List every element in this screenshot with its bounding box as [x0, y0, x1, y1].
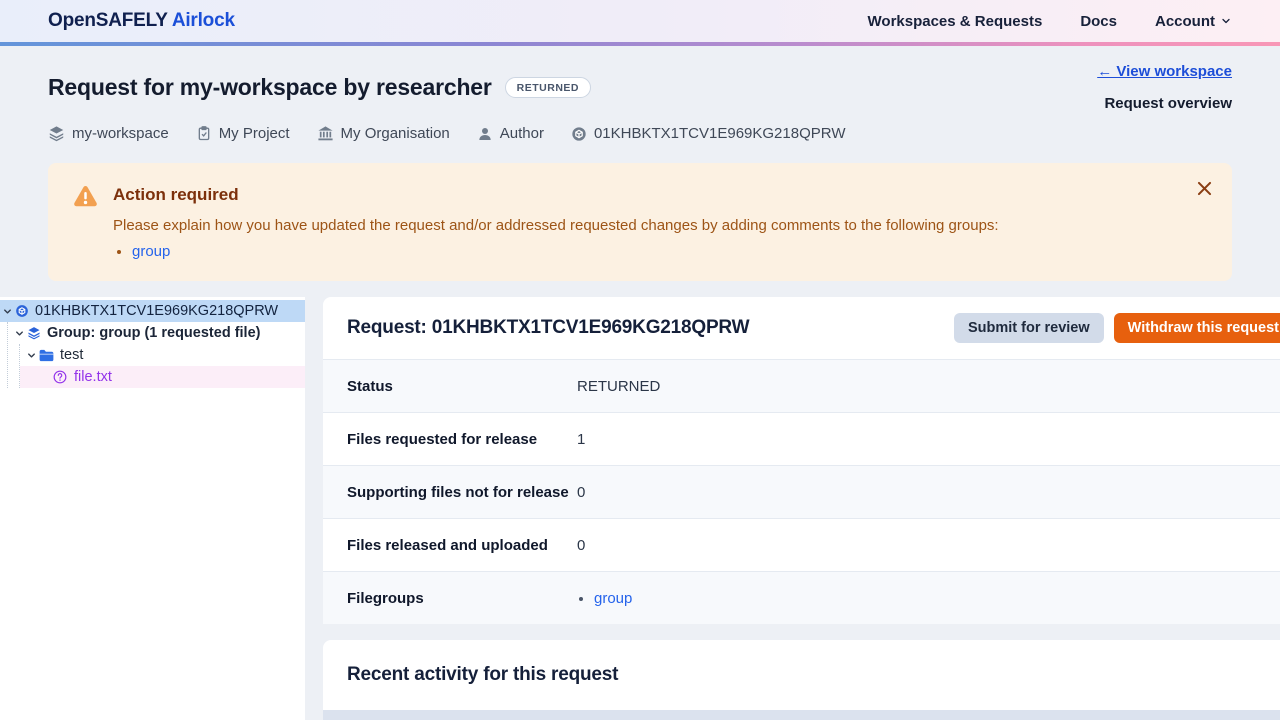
- chevron-down-icon: [26, 350, 37, 361]
- bank-icon: [317, 125, 334, 142]
- page-header: Request for my-workspace by researcher R…: [0, 46, 1280, 142]
- nav-docs[interactable]: Docs: [1080, 13, 1117, 30]
- alert-title: Action required: [113, 185, 999, 205]
- detail-row-status: Status RETURNED: [323, 359, 1280, 412]
- action-required-alert: Action required Please explain how you h…: [48, 163, 1232, 281]
- alert-message: Please explain how you have updated the …: [113, 215, 999, 236]
- tree-item-file-txt[interactable]: file.txt: [20, 366, 305, 388]
- request-overview-label: Request overview: [1104, 95, 1232, 112]
- clipboard-icon: [196, 125, 212, 142]
- detail-value: 1: [577, 431, 585, 448]
- file-tree-sidebar: 01KHBKTX1TCV1E969KG218QPRW Group: group …: [0, 297, 305, 720]
- nav-workspaces-requests[interactable]: Workspaces & Requests: [868, 13, 1043, 30]
- alert-group-list: group: [132, 243, 999, 260]
- tree-item-label: 01KHBKTX1TCV1E969KG218QPRW: [35, 303, 278, 319]
- tree-indent-guide: [19, 344, 20, 388]
- main-panel: Request: 01KHBKTX1TCV1E969KG218QPRW Subm…: [323, 297, 1280, 720]
- detail-label: Filegroups: [347, 590, 577, 607]
- chevron-down-icon: [14, 328, 25, 339]
- chevron-down-icon: [1220, 15, 1232, 27]
- meta-request-id-label: 01KHBKTX1TCV1E969KG218QPRW: [594, 125, 846, 142]
- status-badge: RETURNED: [505, 77, 591, 98]
- detail-value: RETURNED: [577, 378, 660, 395]
- meta-author: Author: [477, 125, 544, 142]
- nav-account-label: Account: [1155, 13, 1215, 30]
- meta-workspace: my-workspace: [48, 125, 169, 142]
- tree-indent-guide: [7, 322, 8, 388]
- filegroup-link[interactable]: group: [594, 590, 632, 607]
- request-meta-row: my-workspace My Project My Organisation …: [48, 125, 1232, 142]
- detail-label: Files released and uploaded: [347, 537, 577, 554]
- folder-icon: [39, 349, 54, 362]
- activity-table-header: Time User: [323, 710, 1280, 720]
- meta-organisation: My Organisation: [317, 125, 450, 142]
- meta-workspace-label: my-workspace: [72, 125, 169, 142]
- alert-close-button[interactable]: [1189, 173, 1220, 204]
- nav-account-menu[interactable]: Account: [1155, 13, 1232, 30]
- request-id-icon: [15, 304, 29, 318]
- layers-icon: [27, 326, 41, 340]
- meta-project: My Project: [196, 125, 290, 142]
- submit-for-review-button[interactable]: Submit for review: [954, 313, 1104, 343]
- tree-item-label: test: [60, 347, 83, 363]
- filegroup-list: group: [594, 590, 632, 607]
- tree-item-label: file.txt: [74, 369, 112, 385]
- recent-activity-card: Recent activity for this request Time Us…: [323, 640, 1280, 720]
- request-summary-card: Request: 01KHBKTX1TCV1E969KG218QPRW Subm…: [323, 297, 1280, 624]
- meta-request-id: 01KHBKTX1TCV1E969KG218QPRW: [571, 125, 846, 142]
- question-circle-icon: [53, 370, 67, 384]
- detail-label: Files requested for release: [347, 431, 577, 448]
- meta-organisation-label: My Organisation: [341, 125, 450, 142]
- top-navbar: OpenSAFELY Airlock Workspaces & Requests…: [0, 0, 1280, 42]
- close-icon: [1195, 179, 1214, 198]
- chevron-down-icon: [2, 306, 13, 317]
- detail-value: 0: [577, 537, 585, 554]
- app-logo[interactable]: OpenSAFELY Airlock: [48, 10, 235, 32]
- filegroup-list-item: group: [594, 590, 632, 607]
- detail-row-files-requested: Files requested for release 1: [323, 412, 1280, 465]
- warning-triangle-icon: [72, 183, 99, 260]
- logo-secondary: Airlock: [172, 10, 235, 31]
- tree-item-label: Group: group (1 requested file): [47, 325, 260, 341]
- nav-links: Workspaces & Requests Docs Account: [868, 13, 1232, 30]
- detail-label: Status: [347, 378, 577, 395]
- layers-icon: [48, 125, 65, 142]
- detail-value: 0: [577, 484, 585, 501]
- user-icon: [477, 126, 493, 142]
- nav-docs-label: Docs: [1080, 13, 1117, 30]
- nav-workspaces-requests-label: Workspaces & Requests: [868, 13, 1043, 30]
- logo-primary: OpenSAFELY: [48, 10, 167, 31]
- detail-row-files-released: Files released and uploaded 0: [323, 518, 1280, 571]
- alert-group-link[interactable]: group: [132, 243, 170, 260]
- alert-group-item: group: [132, 243, 999, 260]
- activity-title: Recent activity for this request: [323, 664, 1280, 686]
- tree-item-request[interactable]: 01KHBKTX1TCV1E969KG218QPRW: [0, 300, 305, 322]
- tree-item-group[interactable]: Group: group (1 requested file): [0, 322, 305, 344]
- withdraw-request-button[interactable]: Withdraw this request: [1114, 313, 1280, 343]
- request-card-title: Request: 01KHBKTX1TCV1E969KG218QPRW: [347, 317, 749, 339]
- view-workspace-link[interactable]: ← View workspace: [1097, 63, 1232, 80]
- meta-project-label: My Project: [219, 125, 290, 142]
- page-title: Request for my-workspace by researcher: [48, 74, 492, 101]
- meta-author-label: Author: [500, 125, 544, 142]
- detail-label: Supporting files not for release: [347, 484, 577, 501]
- detail-row-supporting-files: Supporting files not for release 0: [323, 465, 1280, 518]
- tree-item-folder-test[interactable]: test: [0, 344, 305, 366]
- request-id-icon: [571, 126, 587, 142]
- detail-row-filegroups: Filegroups group: [323, 571, 1280, 624]
